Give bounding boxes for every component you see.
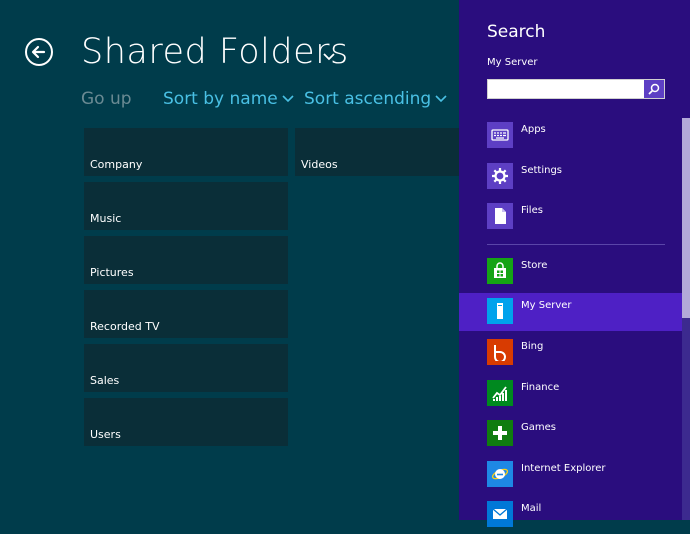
folder-label: Recorded TV (90, 320, 160, 333)
search-charm-title: Search (487, 22, 546, 42)
go-up-button[interactable]: Go up (81, 89, 132, 109)
games-icon (487, 420, 513, 446)
scrollbar-thumb[interactable] (682, 118, 690, 318)
file-icon (487, 203, 513, 229)
search-charm: Search My Server Apps Settings Files Sto… (459, 0, 690, 527)
gear-icon (487, 163, 513, 189)
server-icon (487, 298, 513, 324)
ie-icon (487, 461, 513, 487)
search-category-settings[interactable]: Settings (459, 158, 682, 196)
finance-icon (487, 380, 513, 406)
search-app-finance[interactable]: Finance (459, 375, 682, 413)
folder-tile-music[interactable]: Music (84, 182, 288, 230)
back-button[interactable] (25, 38, 53, 66)
folder-label: Videos (301, 158, 338, 171)
chevron-down-icon (282, 95, 294, 103)
store-icon (487, 258, 513, 284)
chevron-down-icon[interactable] (322, 52, 336, 62)
app-label: Internet Explorer (521, 463, 606, 474)
app-label: Mail (521, 503, 542, 514)
search-icon (648, 83, 660, 95)
search-button[interactable] (644, 80, 664, 98)
shared-folders-app: Shared Folders Go up Sort by name Sort a… (0, 0, 459, 520)
search-app-bing[interactable]: Bing (459, 334, 682, 372)
folder-label: Music (90, 212, 122, 225)
folder-tile-pictures[interactable]: Pictures (84, 236, 288, 284)
sort-ascending-dropdown[interactable]: Sort ascending (304, 89, 447, 109)
app-label: Finance (521, 382, 560, 393)
search-app-my-server[interactable]: My Server (459, 293, 682, 331)
category-label: Apps (521, 124, 546, 135)
search-app-internet-explorer[interactable]: Internet Explorer (459, 456, 682, 494)
search-scope[interactable]: My Server (487, 57, 538, 68)
mail-icon (487, 501, 513, 527)
search-app-mail[interactable]: Mail (459, 496, 682, 534)
divider (487, 244, 665, 245)
sort-by-name-dropdown[interactable]: Sort by name (163, 89, 294, 109)
sort-by-name-label: Sort by name (163, 89, 278, 109)
search-app-games[interactable]: Games (459, 415, 682, 453)
keyboard-icon (487, 122, 513, 148)
bing-icon (487, 339, 513, 365)
folder-label: Company (90, 158, 143, 171)
folder-tile-company[interactable]: Company (84, 128, 288, 176)
folder-tile-recorded-tv[interactable]: Recorded TV (84, 290, 288, 338)
app-label: My Server (521, 300, 572, 311)
folder-tile-sales[interactable]: Sales (84, 344, 288, 392)
search-category-apps[interactable]: Apps (459, 117, 682, 155)
go-up-label: Go up (81, 89, 132, 109)
category-label: Files (521, 205, 543, 216)
folder-tile-videos[interactable]: Videos (295, 128, 459, 176)
search-input[interactable] (490, 81, 642, 97)
page-title[interactable]: Shared Folders (81, 32, 349, 72)
app-label: Store (521, 260, 548, 271)
folder-label: Sales (90, 374, 120, 387)
search-category-files[interactable]: Files (459, 198, 682, 236)
category-label: Settings (521, 165, 563, 176)
search-app-store[interactable]: Store (459, 253, 682, 291)
back-arrow-icon (31, 45, 46, 59)
chevron-down-icon (435, 95, 447, 103)
app-label: Bing (521, 341, 544, 352)
sort-ascending-label: Sort ascending (304, 89, 432, 109)
folder-label: Users (90, 428, 121, 441)
app-label: Games (521, 422, 556, 433)
folder-tile-users[interactable]: Users (84, 398, 288, 446)
search-box (487, 79, 665, 99)
folder-label: Pictures (90, 266, 134, 279)
